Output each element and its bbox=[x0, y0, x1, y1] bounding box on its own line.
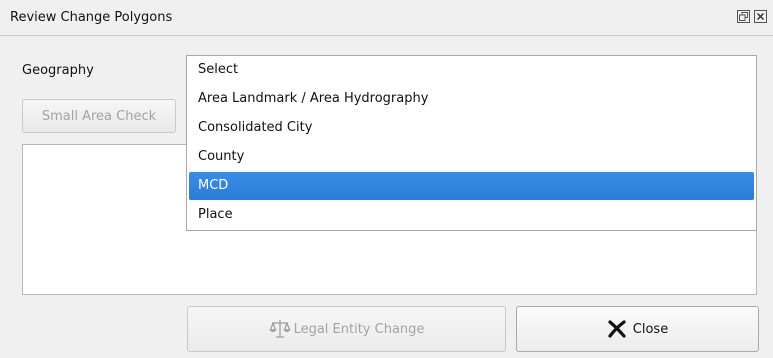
close-label: Close bbox=[632, 321, 669, 337]
geography-label: Geography bbox=[22, 63, 94, 78]
dropdown-option-select[interactable]: Select bbox=[189, 56, 754, 84]
x-close-icon bbox=[607, 319, 627, 339]
scales-icon bbox=[268, 318, 291, 340]
dropdown-option-area-landmark[interactable]: Area Landmark / Area Hydrography bbox=[189, 85, 754, 113]
dropdown-option-mcd[interactable]: MCD bbox=[189, 172, 754, 200]
dropdown-option-place[interactable]: Place bbox=[189, 201, 754, 229]
geography-dropdown-list[interactable]: Select Area Landmark / Area Hydrography … bbox=[186, 55, 757, 231]
legal-entity-change-label: Legal Entity Change bbox=[293, 321, 425, 337]
close-button[interactable]: Close bbox=[516, 306, 759, 352]
title-bar: Review Change Polygons bbox=[0, 0, 773, 36]
dropdown-option-county[interactable]: County bbox=[189, 143, 754, 171]
small-area-check-button[interactable]: Small Area Check bbox=[22, 99, 176, 133]
window-title: Review Change Polygons bbox=[10, 10, 173, 25]
dropdown-option-consolidated-city[interactable]: Consolidated City bbox=[189, 114, 754, 142]
close-window-icon[interactable] bbox=[754, 10, 767, 23]
review-change-polygons-window: Review Change Polygons Geography Small A… bbox=[0, 0, 773, 358]
float-window-icon[interactable] bbox=[737, 10, 750, 23]
legal-entity-change-button[interactable]: Legal Entity Change bbox=[187, 306, 506, 352]
